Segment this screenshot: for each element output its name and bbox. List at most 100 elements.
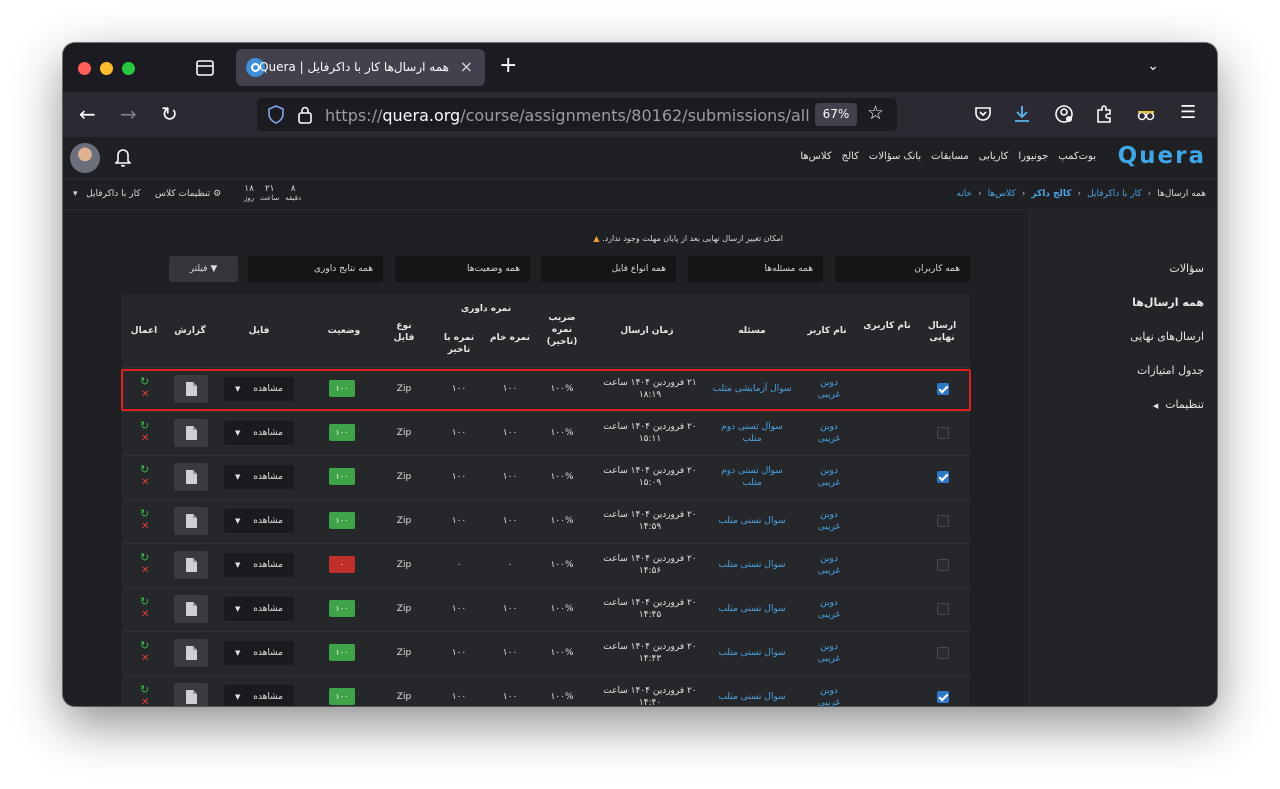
filter-users[interactable]: همه کاربران: [835, 256, 970, 282]
nav-item-contests[interactable]: مسابقات: [931, 151, 969, 162]
tab-list-chevron-icon[interactable]: ⌄: [1147, 58, 1159, 74]
view-file-dropdown[interactable]: مشاهده ▼: [224, 553, 294, 577]
problem-link[interactable]: سوال تستی متلب: [702, 691, 802, 703]
rejudge-icon[interactable]: ↻: [140, 420, 149, 431]
rejudge-icon[interactable]: ↻: [140, 640, 149, 651]
problem-link[interactable]: سوال تستی متلب: [702, 559, 802, 571]
new-tab-button[interactable]: +: [499, 55, 517, 77]
user-link[interactable]: دوین غریبی: [812, 641, 846, 665]
filter-button[interactable]: فیلتر ▼: [169, 256, 238, 282]
user-link[interactable]: دوین غریبی: [812, 597, 846, 621]
rejudge-icon[interactable]: ↻: [140, 464, 149, 475]
filter-problems[interactable]: همه مسئله‌ها: [688, 256, 823, 282]
report-button[interactable]: [174, 595, 208, 623]
user-link[interactable]: دوین غریبی: [812, 509, 846, 533]
zoom-level-badge[interactable]: 67%: [815, 103, 857, 126]
view-file-dropdown[interactable]: مشاهده ▼: [224, 421, 294, 445]
report-button[interactable]: [174, 551, 208, 579]
delete-icon[interactable]: ✕: [141, 478, 149, 488]
bell-icon[interactable]: [115, 147, 131, 167]
user-link[interactable]: دوین غریبی: [812, 685, 846, 706]
user-link[interactable]: دوین غریبی: [812, 465, 846, 489]
delete-icon[interactable]: ✕: [141, 654, 149, 664]
problem-link[interactable]: سوال تستی متلب: [702, 603, 802, 615]
delete-icon[interactable]: ✕: [141, 610, 149, 620]
nav-item-college[interactable]: کالج: [842, 151, 859, 162]
private-browsing-icon[interactable]: [1136, 105, 1156, 123]
url-bar[interactable]: https://quera.org/course/assignments/801…: [257, 98, 897, 131]
zoom-window-button[interactable]: [122, 62, 135, 75]
sidebar-item-questions[interactable]: سؤالات: [1169, 262, 1204, 275]
class-settings-link[interactable]: تنظیمات کلاس ⚙: [155, 189, 221, 199]
filter-judge-results[interactable]: همه نتایج داوری: [248, 256, 383, 282]
report-button[interactable]: [174, 683, 208, 706]
user-link[interactable]: دوین غریبی: [812, 421, 846, 445]
final-submission-checkbox[interactable]: [937, 647, 949, 659]
final-submission-checkbox[interactable]: [937, 427, 949, 439]
view-file-dropdown[interactable]: مشاهده ▼: [224, 641, 294, 665]
problem-link[interactable]: سوال تستی متلب: [702, 515, 802, 527]
final-submission-checkbox[interactable]: [937, 559, 949, 571]
report-button[interactable]: [174, 639, 208, 667]
course-menu-dropdown[interactable]: ▾ کار با داکرفایل: [73, 189, 141, 199]
problem-link[interactable]: سوال تستی دوم متلب: [702, 465, 802, 489]
breadcrumb-assignment[interactable]: کار با داکرفایل: [1087, 189, 1141, 199]
status-badge: ۱۰۰: [329, 600, 355, 617]
filter-file-types[interactable]: همه انواع فایل: [541, 256, 676, 282]
report-button[interactable]: [174, 507, 208, 535]
rejudge-icon[interactable]: ↻: [140, 508, 149, 519]
rejudge-icon[interactable]: ↻: [140, 684, 149, 695]
forward-button[interactable]: →: [120, 100, 137, 128]
problem-link[interactable]: سوال تستی دوم متلب: [702, 421, 802, 445]
close-window-button[interactable]: [78, 62, 91, 75]
user-link[interactable]: دوین غریبی: [812, 553, 846, 577]
tracking-shield-icon[interactable]: [267, 105, 285, 124]
final-submission-checkbox[interactable]: [937, 471, 949, 483]
breadcrumb-home[interactable]: خانه: [956, 189, 972, 199]
nav-item-jobs[interactable]: کاریابی: [979, 151, 1009, 162]
menu-icon[interactable]: ☰: [1180, 102, 1196, 123]
downloads-icon[interactable]: [1013, 104, 1031, 124]
quera-logo[interactable]: Quera: [1118, 143, 1206, 169]
sidebar-item-settings[interactable]: تنظیمات ◀: [1153, 398, 1204, 411]
rejudge-icon[interactable]: ↻: [140, 596, 149, 607]
nav-item-question-bank[interactable]: بانک سؤالات: [869, 151, 921, 162]
bookmark-star-icon[interactable]: ☆: [867, 102, 884, 124]
sidebar-item-final-submissions[interactable]: ارسال‌های نهایی: [1130, 330, 1204, 343]
view-file-dropdown[interactable]: مشاهده ▼: [224, 597, 294, 621]
extensions-icon[interactable]: [1095, 104, 1113, 124]
pocket-icon[interactable]: [974, 105, 992, 123]
tab-overview-icon[interactable]: [193, 57, 217, 79]
delete-icon[interactable]: ✕: [141, 522, 149, 532]
final-submission-checkbox[interactable]: [937, 691, 949, 703]
minimize-window-button[interactable]: [100, 62, 113, 75]
nav-item-bootcamp[interactable]: بوت‌کمپ: [1058, 151, 1096, 162]
final-submission-checkbox[interactable]: [937, 515, 949, 527]
final-submission-checkbox[interactable]: [937, 603, 949, 615]
delete-icon[interactable]: ✕: [141, 566, 149, 576]
breadcrumb-college[interactable]: کالج داکر: [1031, 189, 1071, 199]
delete-icon[interactable]: ✕: [141, 434, 149, 444]
url-text[interactable]: https://quera.org/course/assignments/801…: [325, 106, 810, 125]
rejudge-icon[interactable]: ↻: [140, 552, 149, 563]
sidebar-item-all-submissions[interactable]: همه ارسال‌ها: [1132, 296, 1204, 309]
filter-statuses[interactable]: همه وضعیت‌ها: [395, 256, 530, 282]
account-icon[interactable]: [1054, 104, 1074, 124]
tab-close-icon[interactable]: ×: [460, 57, 473, 76]
delete-icon[interactable]: ✕: [141, 698, 149, 707]
avatar[interactable]: [70, 143, 100, 173]
view-file-dropdown[interactable]: مشاهده ▼: [224, 509, 294, 533]
view-file-dropdown[interactable]: مشاهده ▼: [224, 685, 294, 706]
view-file-dropdown[interactable]: مشاهده ▼: [224, 465, 294, 489]
breadcrumb-classes[interactable]: کلاس‌ها: [988, 189, 1016, 199]
report-button[interactable]: [174, 419, 208, 447]
problem-link[interactable]: سوال تستی متلب: [702, 647, 802, 659]
reload-button[interactable]: ↻: [161, 100, 178, 128]
report-button[interactable]: [174, 463, 208, 491]
back-button[interactable]: ←: [79, 100, 96, 128]
nav-item-juniora[interactable]: جونیورا: [1018, 151, 1048, 162]
active-tab[interactable]: همه ارسال‌ها کار با داکرفایل | Quera ×: [236, 49, 485, 86]
sidebar-item-scoreboard[interactable]: جدول امتیازات: [1137, 364, 1204, 377]
nav-item-classes[interactable]: کلاس‌ها: [800, 151, 831, 162]
lock-icon[interactable]: [297, 105, 313, 124]
